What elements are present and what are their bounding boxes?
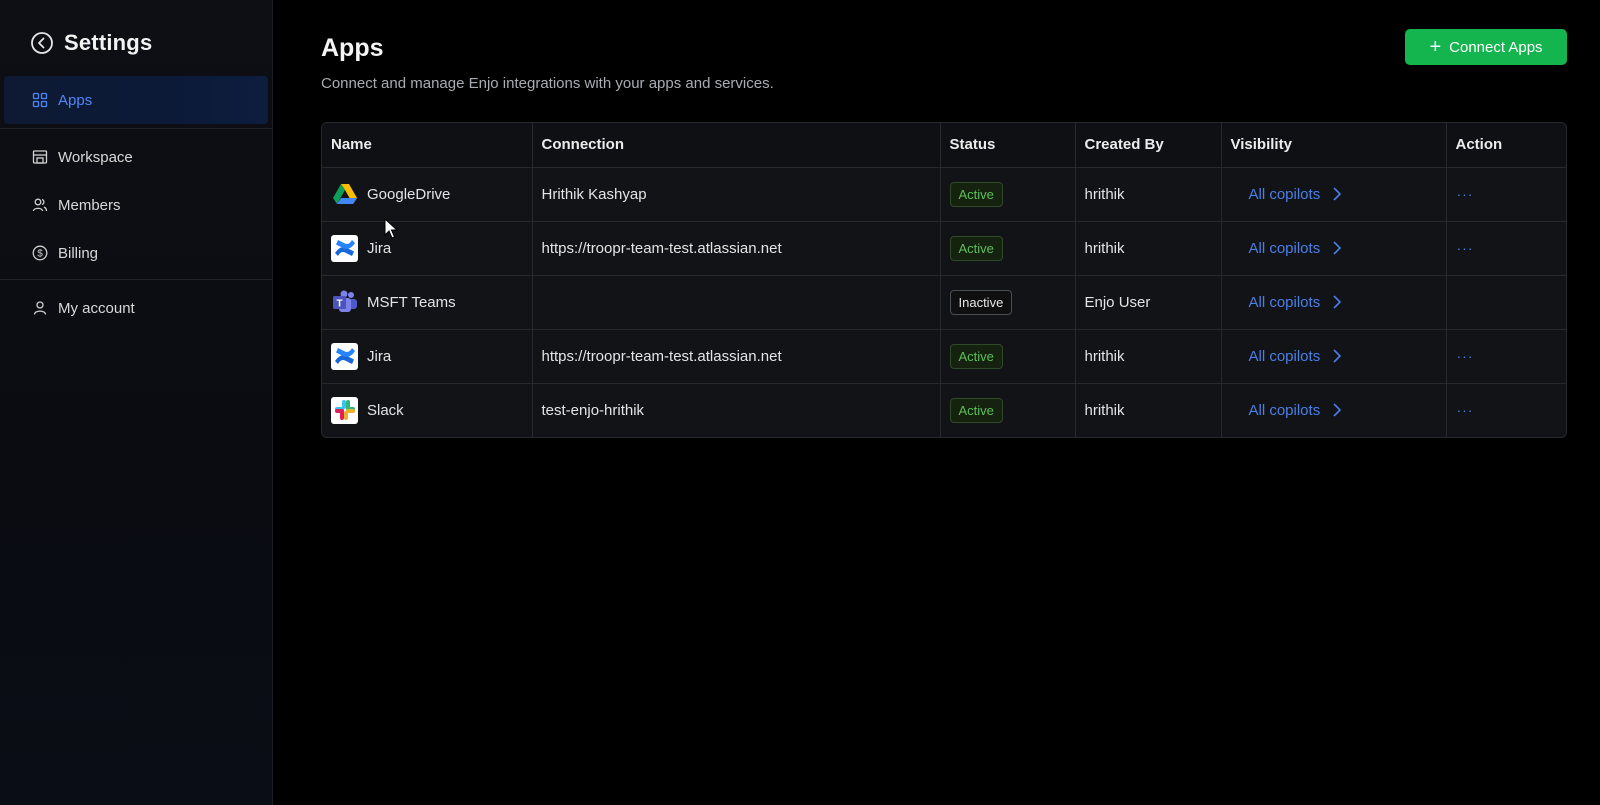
connect-apps-button[interactable]: + Connect Apps [1405,29,1567,65]
mouse-cursor-icon [384,217,399,240]
page-subtitle: Connect and manage Enjo integrations wit… [321,75,774,92]
column-header-action: Action [1446,123,1566,168]
chevron-right-icon [1332,403,1342,417]
created-by-cell: hrithik [1075,221,1222,276]
nav-group-workspace: Workspace Members $ Billing [0,129,272,280]
app-name: Jira [367,347,392,365]
visibility-label: All copilots [1248,185,1321,203]
connection-cell: https://troopr-team-test.atlassian.net [532,221,941,276]
back-arrow-icon[interactable] [30,31,54,55]
sidebar-item-label: My account [58,299,135,317]
table-row: Slack test-enjo-hrithik Active hrithik A… [322,383,1566,437]
app-root: Settings Apps Workspace Members $ Billin… [0,0,1600,805]
column-header-created-by: Created By [1075,123,1222,168]
visibility-link[interactable]: All copilots [1231,294,1343,311]
created-by-cell: Enjo User [1075,275,1222,330]
confluence-icon [331,234,358,262]
dollar-icon: $ [32,245,48,261]
status-badge: Active [949,397,1003,423]
table-row: Jira https://troopr-team-test.atlassian.… [322,329,1566,384]
status-badge: Inactive [949,289,1013,315]
visibility-label: All copilots [1248,347,1321,365]
row-actions-menu[interactable]: ··· [1456,402,1474,418]
sidebar-item-label: Members [58,196,121,214]
members-icon [32,197,48,213]
app-name: MSFT Teams [367,293,456,311]
status-badge: Active [949,235,1003,261]
table-header-row: Name Connection Status Created By Visibi… [322,123,1566,168]
connection-cell: test-enjo-hrithik [532,383,941,437]
visibility-link[interactable]: All copilots [1231,402,1343,419]
visibility-link[interactable]: All copilots [1231,240,1343,257]
column-header-name: Name [322,123,533,168]
chevron-right-icon [1332,187,1342,201]
svg-text:T: T [336,299,342,310]
row-actions-menu[interactable]: ··· [1456,240,1474,256]
connection-cell: https://troopr-team-test.atlassian.net [532,329,941,384]
column-header-visibility: Visibility [1221,123,1447,168]
status-badge: Active [949,181,1003,207]
connection-cell [532,275,941,330]
nav-group-primary: Apps [0,76,272,129]
building-icon [32,149,48,165]
row-actions-menu[interactable]: ··· [1456,186,1474,202]
column-header-status: Status [940,123,1076,168]
user-icon [32,300,48,316]
sidebar-item-members[interactable]: Members [0,181,272,229]
visibility-link[interactable]: All copilots [1231,186,1343,203]
google-drive-icon [331,181,358,208]
sidebar-item-label: Billing [58,244,99,262]
app-name: Slack [367,401,404,419]
connect-apps-label: Connect Apps [1449,38,1543,56]
sidebar-item-label: Workspace [58,148,133,166]
column-header-connection: Connection [532,123,941,168]
chevron-right-icon [1332,295,1342,309]
sidebar-header: Settings [0,0,272,64]
sidebar-item-billing[interactable]: $ Billing [0,229,272,277]
app-name: GoogleDrive [367,185,451,203]
visibility-label: All copilots [1248,401,1321,419]
sidebar: Settings Apps Workspace Members $ Billin… [0,0,273,805]
table-row: Jira https://troopr-team-test.atlassian.… [322,221,1566,276]
table-row: T MSFT Teams Inactive Enjo User All copi… [322,275,1566,330]
sidebar-title: Settings [64,29,153,55]
slack-icon [331,396,358,424]
grid-icon [32,92,48,108]
row-actions-menu [1456,294,1457,310]
status-badge: Active [949,343,1003,369]
chevron-right-icon [1332,349,1342,363]
page-title: Apps [321,34,384,62]
sidebar-item-label: Apps [58,91,93,109]
table-row: GoogleDrive Hrithik Kashyap Active hrith… [322,167,1566,222]
plus-icon: + [1429,36,1442,58]
app-name: Jira [367,239,392,257]
created-by-cell: hrithik [1075,167,1222,222]
row-actions-menu[interactable]: ··· [1456,348,1474,364]
nav-group-account: My account [0,280,272,332]
sidebar-item-my-account[interactable]: My account [0,284,272,332]
created-by-cell: hrithik [1075,329,1222,384]
confluence-icon [331,342,358,370]
visibility-label: All copilots [1248,239,1321,257]
connection-cell: Hrithik Kashyap [532,167,941,222]
created-by-cell: hrithik [1075,383,1222,437]
main-content: Apps Connect and manage Enjo integration… [273,0,1600,805]
visibility-link[interactable]: All copilots [1231,348,1343,365]
visibility-label: All copilots [1248,293,1321,311]
svg-text:$: $ [37,249,43,260]
ms-teams-icon: T [331,289,358,316]
sidebar-item-workspace[interactable]: Workspace [0,133,272,181]
apps-table: Name Connection Status Created By Visibi… [321,122,1567,438]
sidebar-item-apps[interactable]: Apps [4,76,268,124]
chevron-right-icon [1332,241,1342,255]
